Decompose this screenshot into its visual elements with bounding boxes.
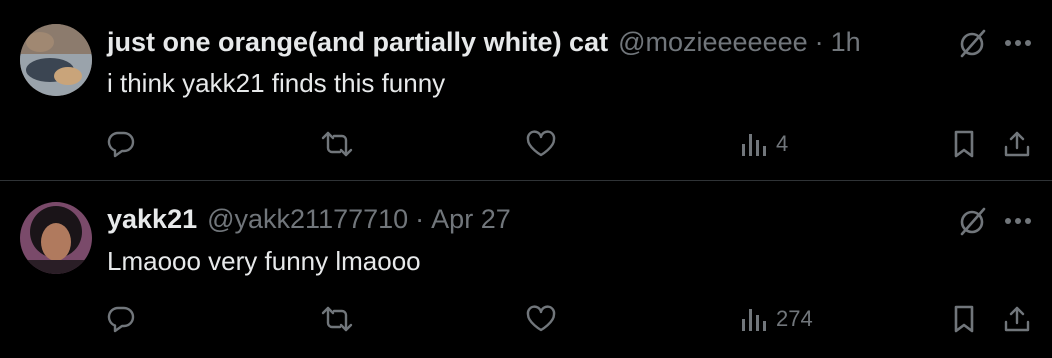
reply-button[interactable] [106, 126, 136, 162]
views-icon [742, 134, 766, 156]
cat-avatar-image [20, 24, 92, 96]
grok-icon[interactable] [954, 203, 990, 239]
avatar[interactable] [20, 24, 92, 96]
like-icon [526, 305, 556, 332]
separator: · [415, 204, 425, 234]
share-button[interactable] [1002, 126, 1032, 162]
timestamp[interactable]: 1h [831, 25, 861, 59]
tweet-text: Lmaooo very funny lmaooo [107, 246, 421, 276]
display-name[interactable]: just one orange(and partially white) cat [107, 25, 608, 59]
views-button[interactable]: 4 [740, 126, 788, 162]
repost-icon [321, 306, 353, 332]
display-name[interactable]: yakk21 [107, 202, 197, 236]
separator: · [814, 27, 824, 57]
tweet-text: i think yakk21 finds this funny [107, 68, 446, 98]
bookmark-button[interactable] [950, 301, 978, 337]
tweet-header: yakk21 @yakk21177710 · Apr 27 [107, 202, 511, 236]
share-button[interactable] [1002, 301, 1032, 337]
bookmark-icon [954, 130, 974, 158]
share-icon [1004, 306, 1030, 332]
more-icon[interactable] [1000, 25, 1036, 61]
share-icon [1004, 131, 1030, 157]
views-count: 4 [776, 131, 789, 156]
reply-icon [107, 306, 135, 333]
like-icon [526, 130, 556, 157]
reply-button[interactable] [106, 301, 136, 337]
like-button[interactable] [525, 126, 557, 162]
views-count: 274 [776, 306, 813, 331]
reply-icon [107, 131, 135, 158]
tweet[interactable]: yakk21 @yakk21177710 · Apr 27 Lmaooo ver… [0, 181, 1052, 358]
tweet-header: just one orange(and partially white) cat… [107, 25, 861, 59]
user-handle[interactable]: @mozieeeeeee [618, 25, 808, 59]
repost-icon [321, 131, 353, 157]
avatar[interactable] [20, 202, 92, 274]
timestamp[interactable]: Apr 27 [431, 202, 511, 236]
like-button[interactable] [525, 301, 557, 337]
more-icon[interactable] [1000, 203, 1036, 239]
repost-button[interactable] [320, 301, 354, 337]
views-button[interactable]: 274 [740, 301, 813, 337]
bookmark-icon [954, 305, 974, 333]
repost-button[interactable] [320, 126, 354, 162]
views-icon [742, 309, 766, 331]
grok-icon[interactable] [954, 25, 990, 61]
person-avatar-image [20, 202, 92, 274]
bookmark-button[interactable] [950, 126, 978, 162]
user-handle[interactable]: @yakk21177710 [207, 202, 408, 236]
tweet[interactable]: just one orange(and partially white) cat… [0, 0, 1052, 180]
